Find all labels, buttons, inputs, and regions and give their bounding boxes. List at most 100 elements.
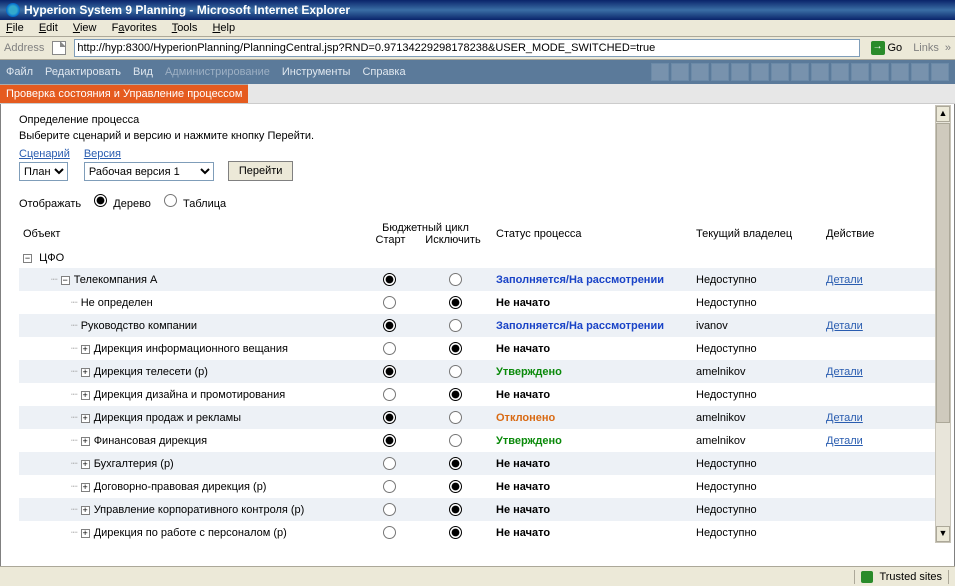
ie-menubar: File Edit View Favorites Tools Help — [0, 20, 955, 37]
toolbar-btn-2[interactable] — [671, 63, 689, 81]
toolbar-btn-15[interactable] — [931, 63, 949, 81]
toolbar-btn-9[interactable] — [811, 63, 829, 81]
toolbar-btn-10[interactable] — [831, 63, 849, 81]
exclude-radio[interactable] — [449, 411, 462, 424]
tree-node-label[interactable]: Дирекция продаж и рекламы — [94, 412, 241, 424]
exclude-radio[interactable] — [449, 365, 462, 378]
status-text: Не начато — [496, 504, 550, 516]
details-link[interactable]: Детали — [826, 366, 863, 378]
tree-toggle-icon[interactable]: + — [81, 506, 90, 515]
toolbar-btn-3[interactable] — [691, 63, 709, 81]
table-row: ┈ +Бухгалтерия (р)Не начатоНедоступно — [19, 452, 936, 475]
app-menu-Вид[interactable]: Вид — [133, 66, 153, 78]
vertical-scrollbar[interactable]: ▲ ▼ — [935, 105, 951, 543]
process-instruction: Выберите сценарий и версию и нажмите кно… — [19, 130, 936, 142]
tree-node-label[interactable]: Дирекция дизайна и промотирования — [94, 389, 285, 401]
toolbar-btn-5[interactable] — [731, 63, 749, 81]
table-row: ┈ +Финансовая дирекцияУтвержденоamelniko… — [19, 429, 936, 452]
scroll-down-icon[interactable]: ▼ — [936, 526, 950, 542]
tree-node-label[interactable]: Дирекция информационного вещания — [94, 343, 288, 355]
start-radio[interactable] — [383, 457, 396, 470]
menu-edit[interactable]: Edit — [39, 22, 58, 34]
version-select[interactable]: Рабочая версия 1 — [84, 162, 214, 181]
tree-toggle-icon[interactable]: + — [81, 483, 90, 492]
app-menu-Редактировать[interactable]: Редактировать — [45, 66, 121, 78]
details-link[interactable]: Детали — [826, 320, 863, 332]
tree-node-label[interactable]: Финансовая дирекция — [94, 435, 207, 447]
menu-view[interactable]: View — [73, 22, 97, 34]
tree-root[interactable]: ЦФО — [39, 252, 64, 264]
start-radio[interactable] — [383, 526, 396, 539]
toolbar-btn-6[interactable] — [751, 63, 769, 81]
tree-node-label[interactable]: Управление корпоративного контроля (р) — [94, 504, 305, 516]
start-radio[interactable] — [383, 319, 396, 332]
toolbar-btn-1[interactable] — [651, 63, 669, 81]
start-radio[interactable] — [383, 342, 396, 355]
details-link[interactable]: Детали — [826, 412, 863, 424]
details-link[interactable]: Детали — [826, 274, 863, 286]
tree-toggle-icon[interactable]: + — [81, 414, 90, 423]
start-radio[interactable] — [383, 480, 396, 493]
tree-toggle-icon[interactable]: + — [81, 345, 90, 354]
exclude-radio[interactable] — [449, 273, 462, 286]
scenario-select[interactable]: План — [19, 162, 68, 181]
start-radio[interactable] — [383, 273, 396, 286]
tree-node-label[interactable]: Не определен — [81, 297, 153, 309]
tree-node-label[interactable]: Телекомпания A — [74, 274, 158, 286]
exclude-radio[interactable] — [449, 319, 462, 332]
menu-tools[interactable]: Tools — [172, 22, 198, 34]
view-table-radio[interactable] — [164, 194, 177, 207]
details-link[interactable]: Детали — [826, 435, 863, 447]
start-radio[interactable] — [383, 503, 396, 516]
status-text: Утверждено — [496, 435, 562, 447]
menu-help[interactable]: Help — [212, 22, 235, 34]
go-process-button[interactable]: Перейти — [228, 161, 294, 181]
tree-toggle-icon[interactable]: + — [81, 368, 90, 377]
address-input[interactable] — [74, 39, 859, 57]
table-row: ┈ Руководство компанииЗаполняется/На рас… — [19, 314, 936, 337]
start-radio[interactable] — [383, 434, 396, 447]
exclude-radio[interactable] — [449, 434, 462, 447]
toolbar-btn-4[interactable] — [711, 63, 729, 81]
exclude-radio[interactable] — [449, 388, 462, 401]
menu-file[interactable]: File — [6, 22, 24, 34]
go-button[interactable]: Go — [864, 39, 910, 57]
toolbar-btn-14[interactable] — [911, 63, 929, 81]
tree-node-label[interactable]: Дирекция по работе с персоналом (р) — [94, 527, 287, 539]
toolbar-btn-12[interactable] — [871, 63, 889, 81]
tree-node-label[interactable]: Дирекция телесети (р) — [94, 366, 208, 378]
tree-toggle-icon[interactable]: − — [61, 276, 70, 285]
toolbar-btn-13[interactable] — [891, 63, 909, 81]
root-collapse-icon[interactable]: − — [23, 254, 32, 263]
exclude-radio[interactable] — [449, 526, 462, 539]
status-text: Не начато — [496, 389, 550, 401]
tree-toggle-icon[interactable]: + — [81, 437, 90, 446]
start-radio[interactable] — [383, 296, 396, 309]
scroll-thumb[interactable] — [936, 123, 950, 423]
exclude-radio[interactable] — [449, 503, 462, 516]
scroll-up-icon[interactable]: ▲ — [936, 106, 950, 122]
tree-toggle-icon[interactable]: + — [81, 460, 90, 469]
exclude-radio[interactable] — [449, 480, 462, 493]
exclude-radio[interactable] — [449, 457, 462, 470]
tree-node-label[interactable]: Руководство компании — [81, 320, 197, 332]
exclude-radio[interactable] — [449, 342, 462, 355]
toolbar-btn-11[interactable] — [851, 63, 869, 81]
tree-toggle-icon[interactable]: + — [81, 391, 90, 400]
start-radio[interactable] — [383, 365, 396, 378]
app-menu-Файл[interactable]: Файл — [6, 66, 33, 78]
links-chevron-icon[interactable]: » — [945, 42, 951, 54]
toolbar-btn-8[interactable] — [791, 63, 809, 81]
links-label[interactable]: Links — [913, 42, 939, 54]
start-radio[interactable] — [383, 411, 396, 424]
start-radio[interactable] — [383, 388, 396, 401]
exclude-radio[interactable] — [449, 296, 462, 309]
tree-node-label[interactable]: Договорно-правовая дирекция (р) — [94, 481, 267, 493]
app-menu-Справка[interactable]: Справка — [362, 66, 405, 78]
view-tree-radio[interactable] — [94, 194, 107, 207]
tree-node-label[interactable]: Бухгалтерия (р) — [94, 458, 174, 470]
toolbar-btn-7[interactable] — [771, 63, 789, 81]
app-menu-Инструменты[interactable]: Инструменты — [282, 66, 351, 78]
menu-favorites[interactable]: Favorites — [112, 22, 157, 34]
tree-toggle-icon[interactable]: + — [81, 529, 90, 538]
